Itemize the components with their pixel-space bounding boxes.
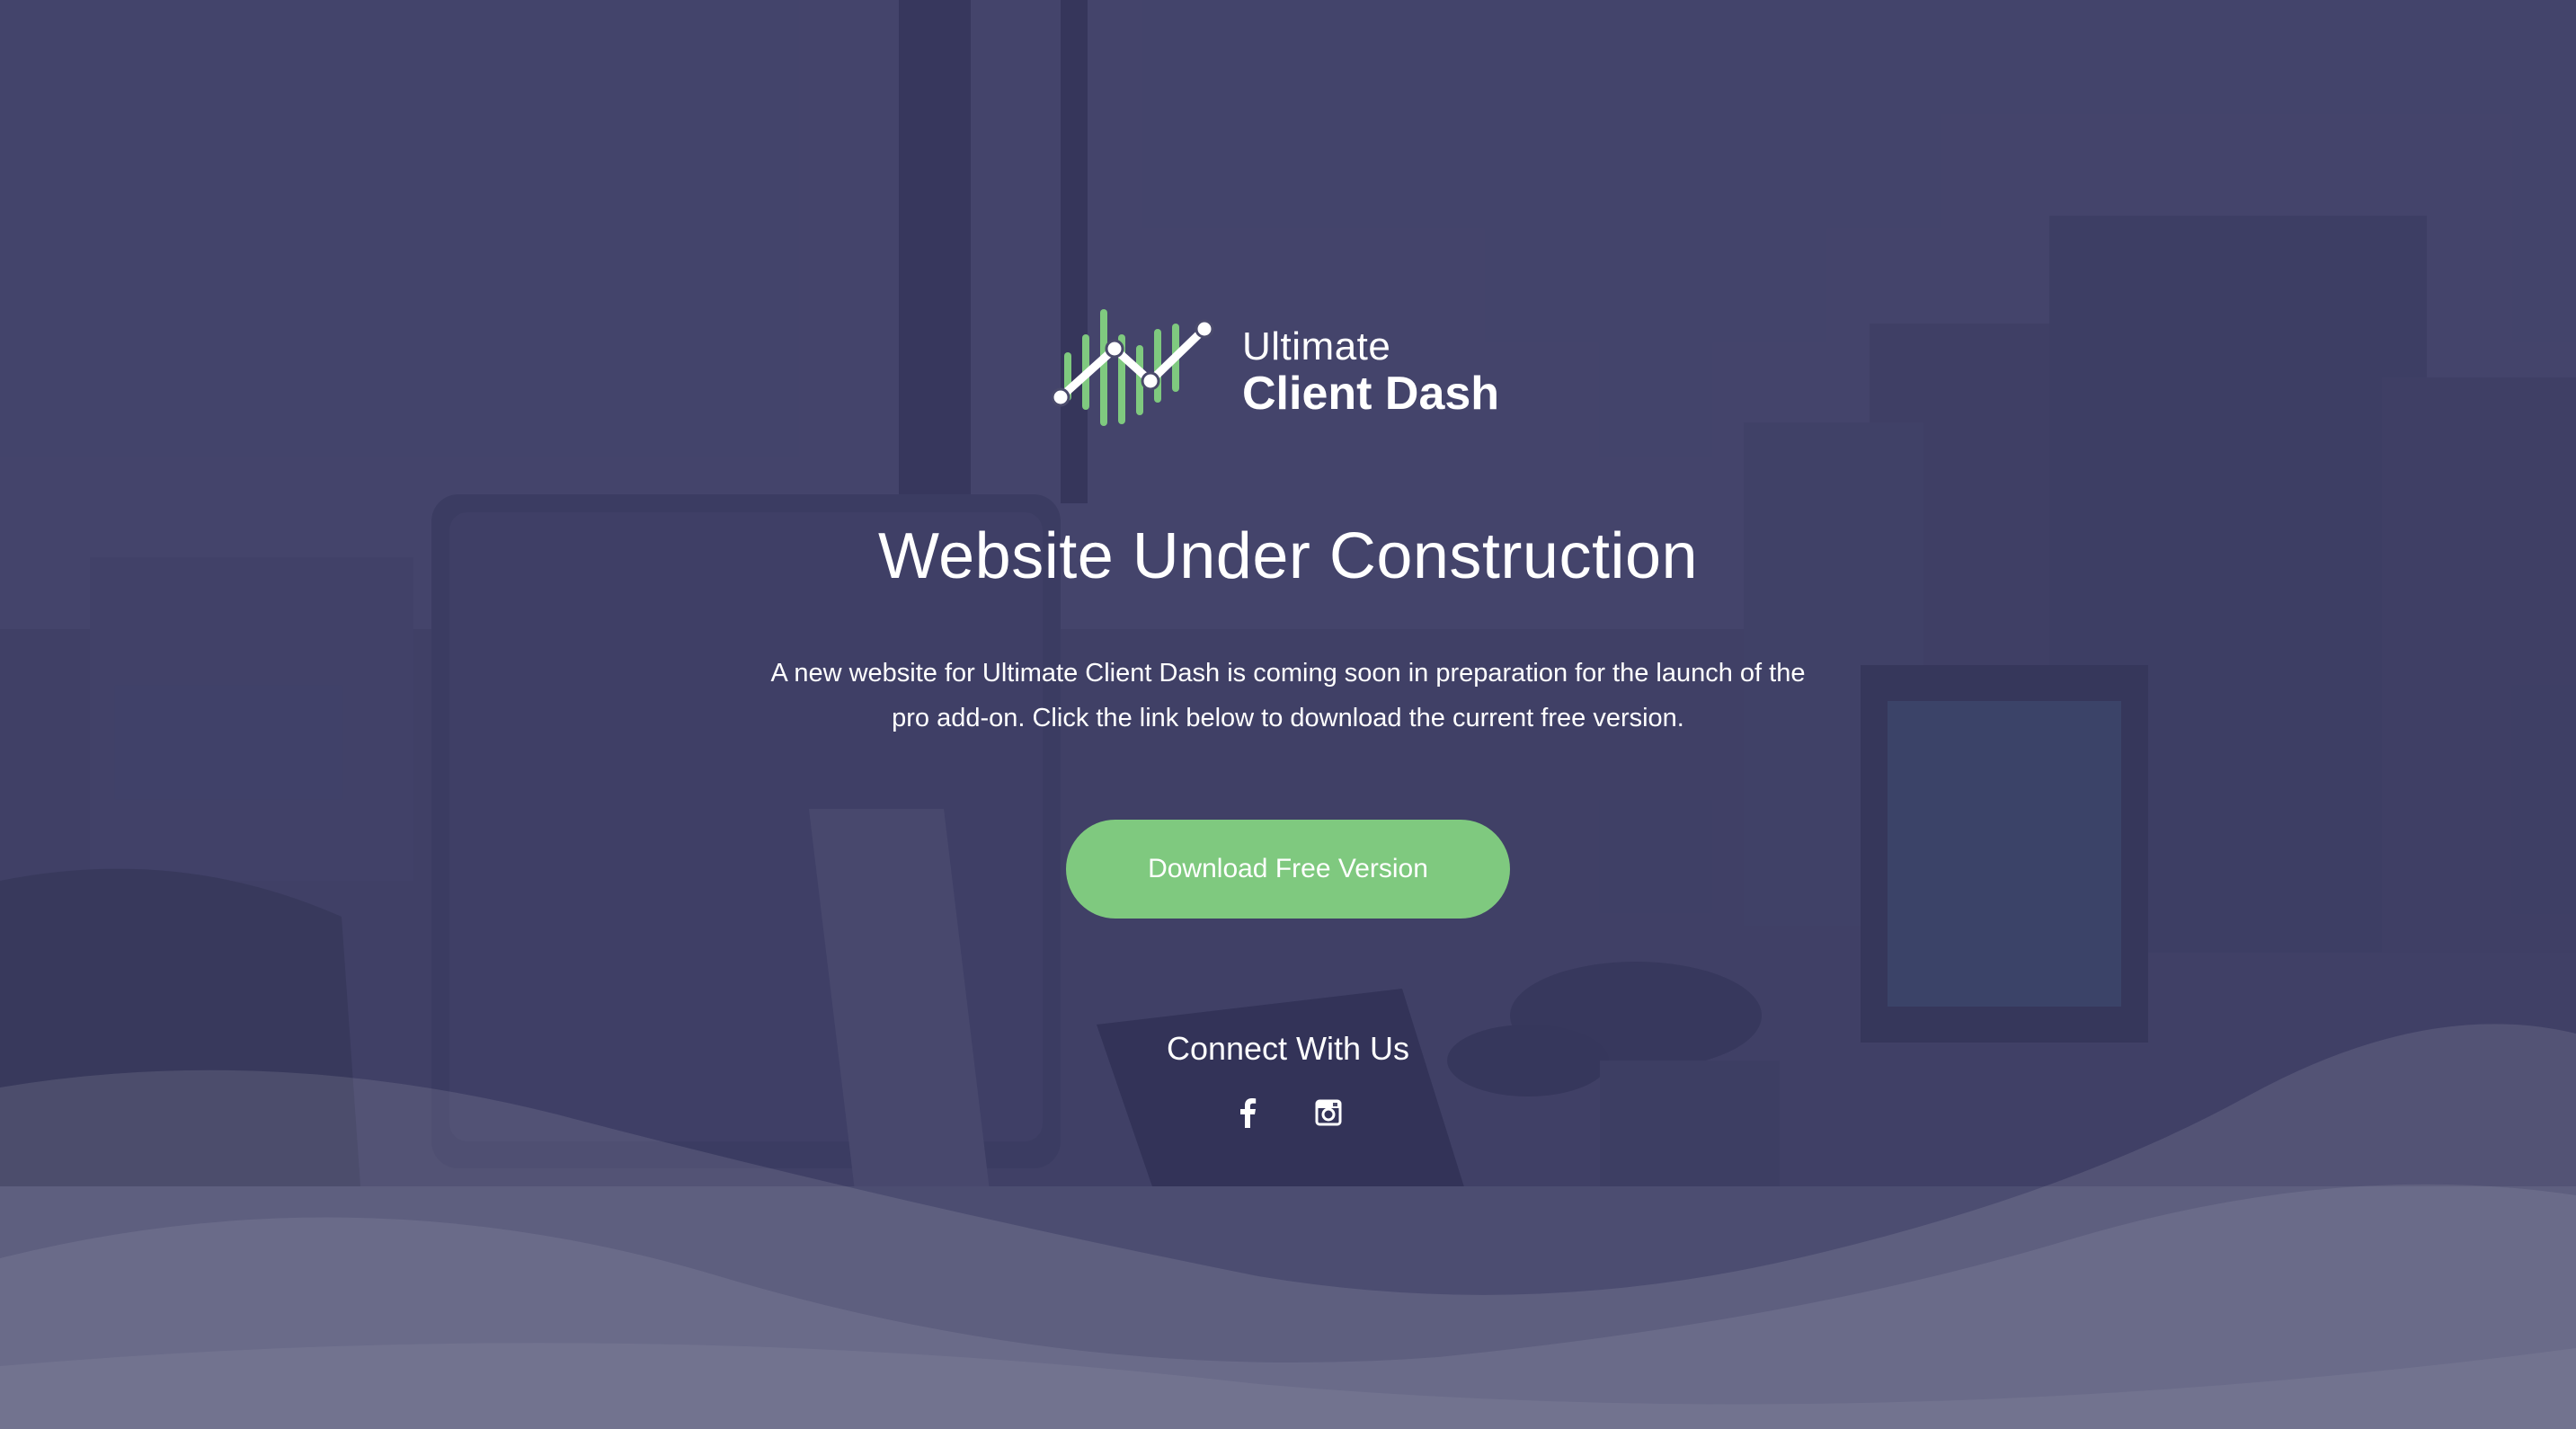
brand-logo[interactable]: Ultimate Client Dash bbox=[1052, 302, 1528, 437]
social-links bbox=[1230, 1095, 1346, 1131]
instagram-link[interactable] bbox=[1310, 1095, 1346, 1131]
page-title: Website Under Construction bbox=[877, 520, 1699, 592]
main-content: Ultimate Client Dash Website Under Const… bbox=[0, 0, 2576, 1429]
brand-name-line1: Ultimate bbox=[1242, 324, 1391, 368]
trend-chart-icon bbox=[1052, 309, 1214, 426]
brand-name: Ultimate Client Dash bbox=[1242, 324, 1500, 420]
page-description: A new website for Ultimate Client Dash i… bbox=[770, 659, 1806, 732]
brand-name-line2: Client Dash bbox=[1242, 368, 1500, 420]
page: Ultimate Client Dash Website Under Const… bbox=[0, 0, 2576, 1429]
facebook-icon bbox=[1240, 1098, 1257, 1128]
connect-heading: Connect With Us bbox=[1166, 1030, 1410, 1067]
instagram-icon bbox=[1315, 1099, 1342, 1126]
facebook-link[interactable] bbox=[1230, 1095, 1266, 1131]
download-free-version-button[interactable]: Download Free Version bbox=[1066, 820, 1510, 919]
